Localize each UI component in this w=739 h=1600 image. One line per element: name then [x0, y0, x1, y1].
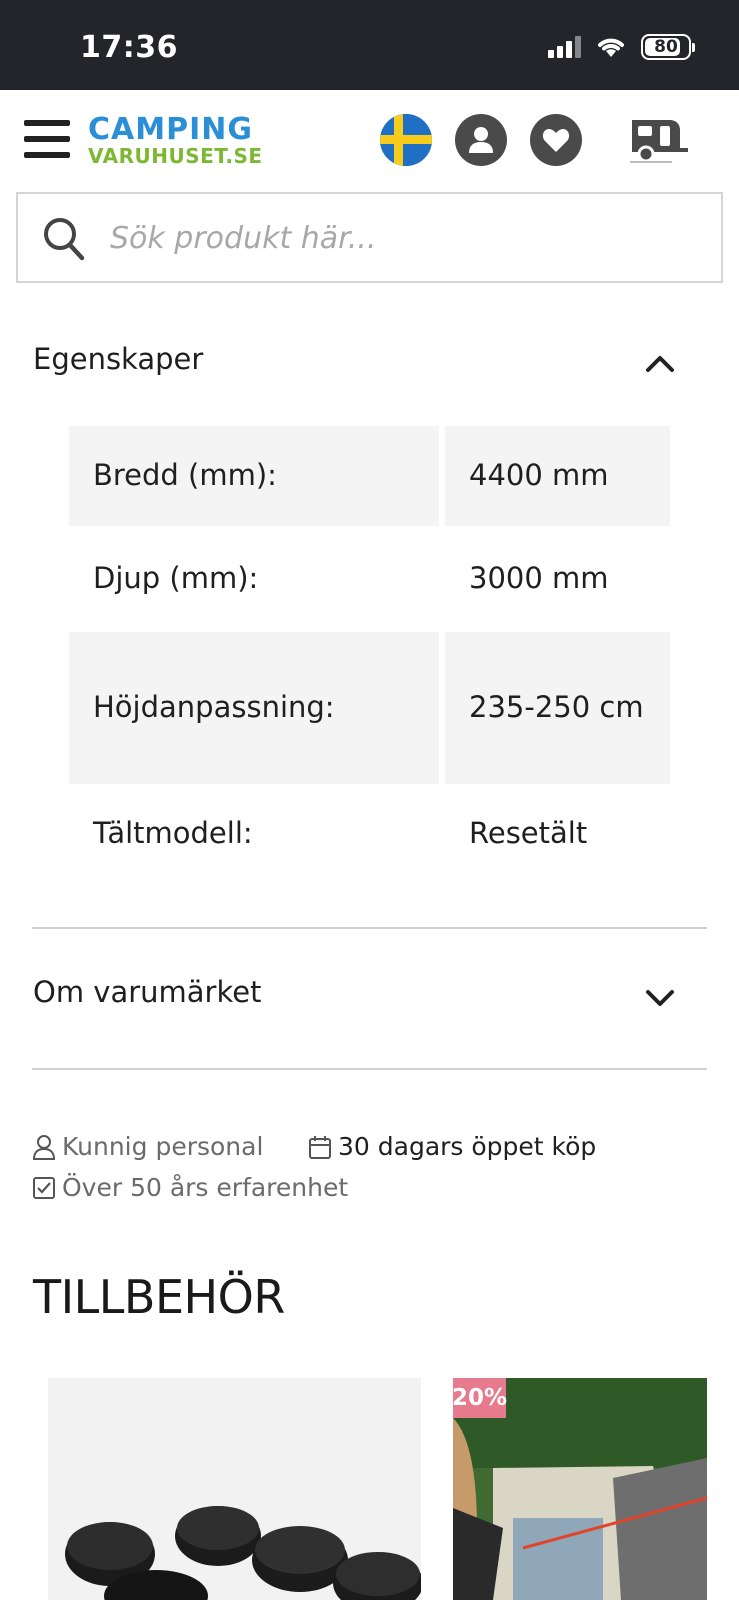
caravan-cart-icon[interactable]	[626, 114, 690, 166]
feature-experience: Över 50 års erfarenhet	[32, 1173, 348, 1202]
feature-return: 30 dagars öppet köp	[308, 1132, 596, 1161]
search-bar[interactable]	[16, 192, 723, 283]
logo-text-bottom: VARUHUSET.SE	[88, 144, 263, 168]
search-icon[interactable]	[42, 216, 86, 262]
checkbox-icon	[33, 1176, 55, 1199]
divider	[32, 927, 707, 929]
chevron-down-icon[interactable]	[642, 980, 678, 1016]
property-value: 3000 mm	[469, 561, 609, 596]
table-row: Djup (mm): 3000 mm	[69, 526, 670, 632]
feature-experience-text: Över 50 års erfarenhet	[62, 1173, 349, 1202]
table-row: Bredd (mm): 4400 mm	[69, 426, 670, 526]
property-label: Höjdanpassning:	[69, 632, 439, 784]
brand-title[interactable]: Om varumärket	[33, 975, 261, 1009]
table-row: Höjdanpassning: 235-250 cm	[69, 632, 670, 784]
property-label: Djup (mm):	[93, 561, 259, 596]
property-value: 235-250 cm	[439, 632, 670, 784]
heart-icon[interactable]	[530, 114, 582, 166]
battery-level: 80	[654, 37, 678, 57]
menu-icon[interactable]	[24, 120, 70, 158]
sweden-flag-icon[interactable]	[380, 114, 432, 166]
site-header: CAMPING VARUHUSET.SE	[0, 90, 739, 188]
property-value: Resetält	[469, 816, 588, 851]
status-time: 17:36	[80, 30, 178, 65]
wifi-icon	[598, 38, 624, 57]
battery-icon: 80	[641, 34, 695, 60]
user-outline-icon	[32, 1134, 56, 1160]
properties-table: Bredd (mm): 4400 mm Djup (mm): 3000 mm H…	[69, 426, 670, 884]
calendar-icon	[309, 1135, 331, 1159]
status-bar: 17:36 80	[0, 0, 739, 90]
search-input[interactable]	[110, 214, 690, 262]
properties-title[interactable]: Egenskaper	[33, 342, 203, 376]
accessories-title: TILLBEHÖR	[33, 1270, 285, 1324]
table-row: Tältmodell: Resetält	[69, 784, 670, 884]
property-label: Bredd (mm):	[69, 426, 439, 526]
product-card[interactable]	[48, 1378, 421, 1600]
status-icons: 80	[548, 34, 695, 60]
product-card[interactable]: 20%	[453, 1378, 707, 1600]
product-image	[48, 1378, 421, 1600]
property-label: Tältmodell:	[93, 816, 253, 851]
feature-return-text: 30 dagars öppet köp	[338, 1132, 597, 1161]
signal-icon	[548, 36, 581, 58]
user-icon[interactable]	[455, 114, 507, 166]
chevron-up-icon[interactable]	[642, 346, 678, 382]
site-logo[interactable]: CAMPING VARUHUSET.SE	[88, 112, 263, 168]
logo-text-top: CAMPING	[88, 112, 253, 147]
feature-staff: Kunnig personal	[32, 1132, 263, 1161]
property-value: 4400 mm	[439, 426, 670, 526]
divider	[32, 1068, 707, 1070]
feature-staff-text: Kunnig personal	[62, 1132, 264, 1161]
discount-badge: 20%	[453, 1378, 507, 1418]
